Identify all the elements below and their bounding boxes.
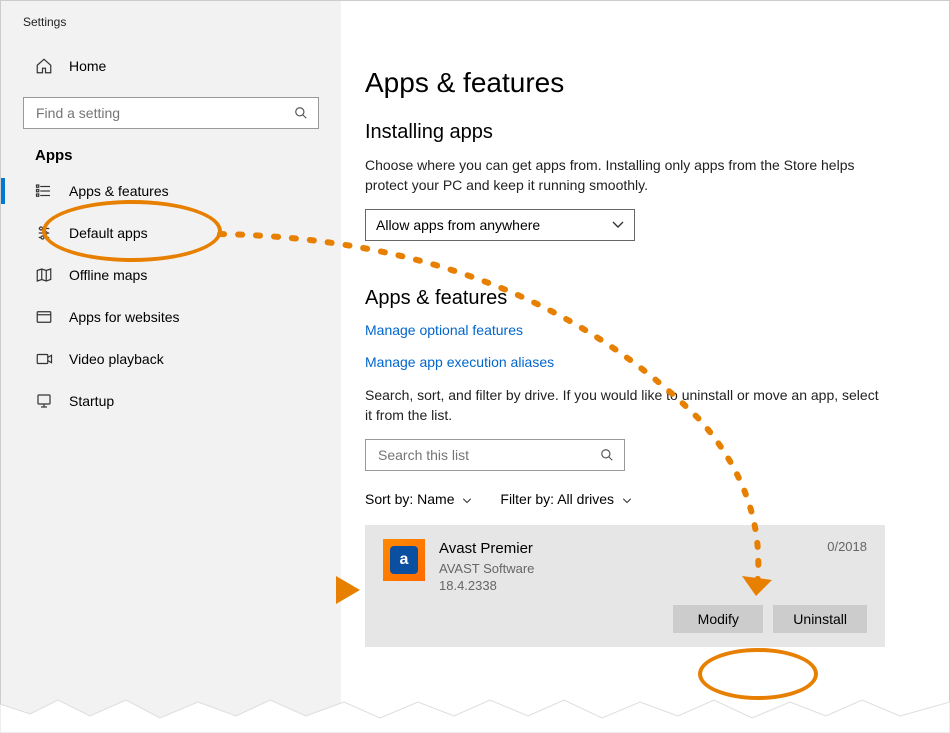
app-item[interactable]: a Avast Premier AVAST Software 18.4.2338… <box>365 525 885 646</box>
nav-home-label: Home <box>69 58 106 74</box>
sort-label: Sort by: <box>365 491 413 507</box>
app-publisher: AVAST Software <box>439 560 813 578</box>
app-list-search[interactable] <box>365 439 625 471</box>
chevron-down-icon <box>612 221 624 229</box>
filter-value[interactable]: All drives <box>557 491 632 507</box>
app-date: 0/2018 <box>827 539 867 554</box>
nav-item-label: Default apps <box>69 225 148 241</box>
nav-item-label: Offline maps <box>69 267 147 283</box>
main-content: Apps & features Installing apps Choose w… <box>341 1 949 732</box>
nav-item-apps-features[interactable]: Apps & features <box>1 170 341 212</box>
nav-item-label: Startup <box>69 393 114 409</box>
sidebar-search-input[interactable] <box>34 104 294 122</box>
nav-item-label: Apps & features <box>69 183 169 199</box>
websites-icon <box>35 308 53 326</box>
video-icon <box>35 350 53 368</box>
nav-item-startup[interactable]: Startup <box>1 380 341 422</box>
installing-body: Choose where you can get apps from. Inst… <box>365 156 885 195</box>
app-list-search-input[interactable] <box>376 446 600 464</box>
nav-item-offline-maps[interactable]: Offline maps <box>1 254 341 296</box>
filter-label: Filter by: <box>500 491 554 507</box>
list-icon <box>35 182 53 200</box>
sidebar-section-header: Apps <box>1 147 341 170</box>
sidebar-search[interactable] <box>23 97 319 129</box>
app-name: Avast Premier <box>439 539 813 559</box>
map-icon <box>35 266 53 284</box>
app-version: 18.4.2338 <box>439 577 813 595</box>
chevron-down-icon <box>462 498 472 504</box>
nav-home[interactable]: Home <box>1 47 341 85</box>
sort-filter-row: Sort by: Name Filter by: All drives <box>365 491 917 507</box>
nav-item-label: Apps for websites <box>69 309 180 325</box>
app-icon: a <box>383 539 425 581</box>
nav-item-video-playback[interactable]: Video playback <box>1 338 341 380</box>
page-title: Apps & features <box>365 67 917 99</box>
search-icon <box>600 448 614 462</box>
sidebar: Settings Home Apps Apps & features Defau… <box>1 1 341 732</box>
install-source-select[interactable]: Allow apps from anywhere <box>365 209 635 241</box>
install-source-value: Allow apps from anywhere <box>376 217 540 233</box>
link-manage-execution-aliases[interactable]: Manage app execution aliases <box>365 354 917 370</box>
window-title: Settings <box>1 15 341 47</box>
nav-item-apps-for-websites[interactable]: Apps for websites <box>1 296 341 338</box>
nav-item-default-apps[interactable]: Default apps <box>1 212 341 254</box>
apps-instructions: Search, sort, and filter by drive. If yo… <box>365 386 885 425</box>
sort-value[interactable]: Name <box>417 491 472 507</box>
home-icon <box>35 57 53 75</box>
modify-button[interactable]: Modify <box>673 605 763 633</box>
chevron-down-icon <box>622 498 632 504</box>
installing-heading: Installing apps <box>365 121 917 144</box>
defaults-icon <box>35 224 53 242</box>
search-icon <box>294 106 308 120</box>
uninstall-button[interactable]: Uninstall <box>773 605 867 633</box>
link-manage-optional-features[interactable]: Manage optional features <box>365 322 917 338</box>
apps-heading: Apps & features <box>365 287 917 310</box>
nav-item-label: Video playback <box>69 351 164 367</box>
startup-icon <box>35 392 53 410</box>
